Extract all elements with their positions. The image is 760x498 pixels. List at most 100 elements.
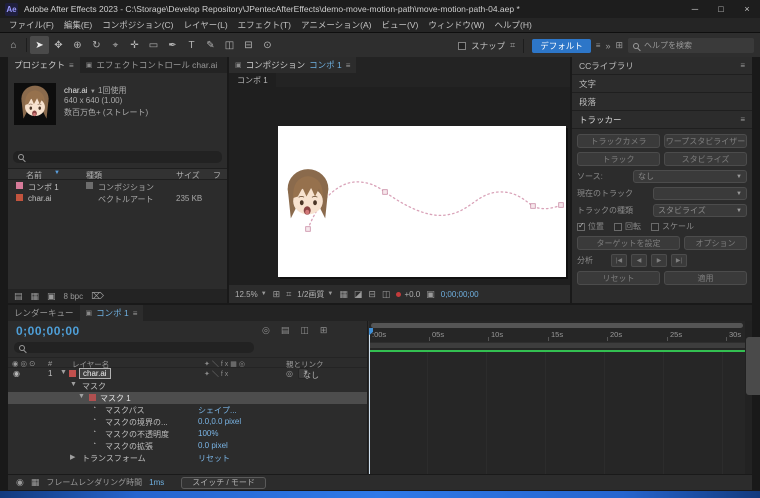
twirl-down-icon[interactable]: ▼ (60, 369, 67, 376)
circle-indicator-icon[interactable]: ◉ (16, 477, 24, 488)
keyframe-point[interactable] (531, 204, 536, 209)
tab-project[interactable]: プロジェクト ≡ (8, 57, 80, 73)
analyze-backward-button[interactable]: ◀ (631, 254, 647, 267)
menu-animation[interactable]: アニメーション(A) (296, 19, 377, 31)
zoom-tool-icon[interactable]: ⊕ (68, 36, 87, 54)
menu-help[interactable]: ヘルプ(H) (490, 19, 537, 31)
stopwatch-icon[interactable]: ◔ (92, 405, 96, 412)
property-row-mask-feather[interactable]: ◔ マスクの境界の... 0.0,0.0 pixel (8, 416, 367, 428)
project-search-input[interactable] (13, 151, 222, 163)
delete-icon[interactable]: ⌦ (91, 291, 104, 302)
eraser-tool-icon[interactable]: ⊟ (239, 36, 258, 54)
property-row-mask-path[interactable]: ◔ マスクパス シェイプ... (8, 404, 367, 416)
stopwatch-icon[interactable]: ◔ (92, 417, 96, 424)
workspace-selector[interactable]: デフォルト (532, 39, 591, 53)
puppet-pin-tool-icon[interactable]: ⊙ (258, 36, 277, 54)
layer-row-charai[interactable]: ◉ 1 ▼ char.ai ✦＼fx ◎ なし ▼ (8, 368, 367, 380)
tab-render-queue[interactable]: レンダーキュー (8, 305, 80, 321)
time-navigator[interactable] (371, 323, 743, 328)
view-layout-icon[interactable]: ◫ (382, 289, 391, 300)
channels-icon[interactable]: ◪ (354, 289, 363, 300)
minimize-button[interactable]: ─ (682, 0, 708, 18)
workspace-menu-icon[interactable]: ≡ (596, 41, 601, 50)
layer-switches-icons[interactable]: ✦＼fx (204, 369, 230, 379)
menu-file[interactable]: ファイル(F) (4, 19, 59, 31)
pan-behind-tool-icon[interactable]: ✛ (125, 36, 144, 54)
zoom-select[interactable]: 12.5% ▼ (235, 290, 267, 299)
selection-tool-icon[interactable]: ➤ (30, 36, 49, 54)
tab-timeline-comp1[interactable]: ▣ コンポ 1 ≡ (80, 305, 144, 321)
column-name[interactable]: 名前 (26, 170, 42, 181)
rotation-checkbox[interactable]: 回転 (614, 221, 641, 232)
new-folder-icon[interactable]: ▦ (31, 291, 40, 302)
mini-flowchart-icon[interactable]: ◎ (262, 325, 270, 336)
clone-stamp-tool-icon[interactable]: ◫ (220, 36, 239, 54)
options-button[interactable]: オプション (684, 236, 747, 250)
maximize-button[interactable]: □ (708, 0, 734, 18)
project-item-charai[interactable]: char.ai ベクトルアート 235 KB (8, 193, 227, 205)
tab-effect-controls[interactable]: ▣ エフェクトコントロール char.ai (80, 57, 224, 73)
stabilize-motion-button[interactable]: スタビライズ (664, 152, 747, 166)
type-tool-icon[interactable]: T (182, 36, 201, 54)
keyframe-point[interactable] (383, 190, 388, 195)
shape-tool-icon[interactable]: ▭ (144, 36, 163, 54)
mask-group-row[interactable]: ▼ マスク (8, 380, 367, 392)
scrollbar-thumb[interactable] (746, 337, 760, 395)
panel-paragraph[interactable]: 段落 (572, 93, 752, 111)
project-item-comp1[interactable]: コンポ 1 コンポジション (8, 181, 227, 193)
timeline-track-area[interactable]: :00s 05s 10s 15s 20s 25s 30s (369, 321, 745, 474)
warp-stabilizer-button[interactable]: ワープスタビライザー (664, 134, 747, 148)
analyze-one-frame-backward-button[interactable]: |◀ (611, 254, 627, 267)
current-time-indicator[interactable] (369, 328, 370, 474)
mask-color-chip[interactable] (89, 394, 96, 401)
twirl-down-icon[interactable]: ▼ (78, 393, 85, 400)
eye-icon[interactable]: ◉ (13, 369, 20, 378)
resolution-select[interactable]: 1/2画質 ▼ (297, 289, 333, 300)
current-time-display[interactable]: 0;00;00;00 (16, 324, 80, 338)
parent-pickwhip-icon[interactable]: ◎ (286, 369, 293, 378)
composition-viewer[interactable] (229, 87, 570, 285)
set-target-button[interactable]: ターゲットを設定 (577, 236, 680, 250)
footage-thumbnail[interactable] (14, 83, 56, 125)
viewer-tab-comp1[interactable]: コンポ 1 (229, 73, 276, 87)
pen-tool-icon[interactable]: ✒ (163, 36, 182, 54)
work-area-bar[interactable] (369, 342, 745, 348)
color-depth-button[interactable]: 8 bpc (64, 292, 84, 301)
close-button[interactable]: × (734, 0, 760, 18)
menu-composition[interactable]: コンポジション(C) (97, 19, 178, 31)
menu-view[interactable]: ビュー(V) (377, 19, 424, 31)
twirl-right-icon[interactable]: ▶ (70, 453, 75, 461)
apply-button[interactable]: 適用 (664, 271, 747, 285)
transparency-grid-icon[interactable]: ▦ (339, 289, 348, 300)
parent-link-dropdown[interactable]: なし ▼ (298, 368, 308, 379)
monitor-icon[interactable]: ▦ (31, 477, 40, 488)
current-track-dropdown[interactable]: ▼ (653, 187, 747, 200)
column-type[interactable]: 種類 (86, 170, 102, 181)
twirl-down-icon[interactable]: ▼ (70, 381, 77, 388)
property-row-mask-expansion[interactable]: ◔ マスクの拡張 0.0 pixel (8, 440, 367, 452)
layer-color-chip[interactable] (69, 370, 76, 377)
home-icon[interactable]: ⌂ (4, 36, 23, 54)
column-size[interactable]: サイズ (176, 170, 200, 181)
menu-layer[interactable]: レイヤー(L) (179, 19, 233, 31)
track-camera-button[interactable]: トラックカメラ (577, 134, 660, 148)
chevron-down-icon[interactable]: ▼ (90, 89, 96, 95)
timeline-scrollbar[interactable] (745, 321, 752, 474)
hand-tool-icon[interactable]: ✥ (49, 36, 68, 54)
camera-tool-icon[interactable]: ⌖ (106, 36, 125, 54)
character-artwork[interactable] (283, 165, 333, 231)
snap-checkbox[interactable] (458, 42, 466, 50)
menu-edit[interactable]: 編集(E) (59, 19, 97, 31)
tab-composition[interactable]: ▣ コンポジション コンポ 1 ≡ (229, 57, 356, 73)
transform-group-row[interactable]: ▶ トランスフォーム リセット (8, 452, 367, 464)
exposure-control[interactable]: +0.0 (396, 290, 420, 299)
manage-workspaces-icon[interactable]: ⊞ (615, 40, 623, 51)
property-value[interactable]: 0.0 pixel (198, 441, 228, 450)
grid-guides-icon[interactable]: ⊞ (273, 289, 281, 300)
panel-cc-libraries[interactable]: CCライブラリ ≡ (572, 57, 752, 75)
panel-menu-icon[interactable]: ≡ (740, 61, 745, 70)
column-overflow[interactable]: フ (213, 170, 221, 181)
orbit-camera-tool-icon[interactable]: ↻ (87, 36, 106, 54)
panel-menu-icon[interactable]: ≡ (133, 309, 138, 318)
property-value[interactable]: 0.0,0.0 pixel (198, 417, 241, 426)
